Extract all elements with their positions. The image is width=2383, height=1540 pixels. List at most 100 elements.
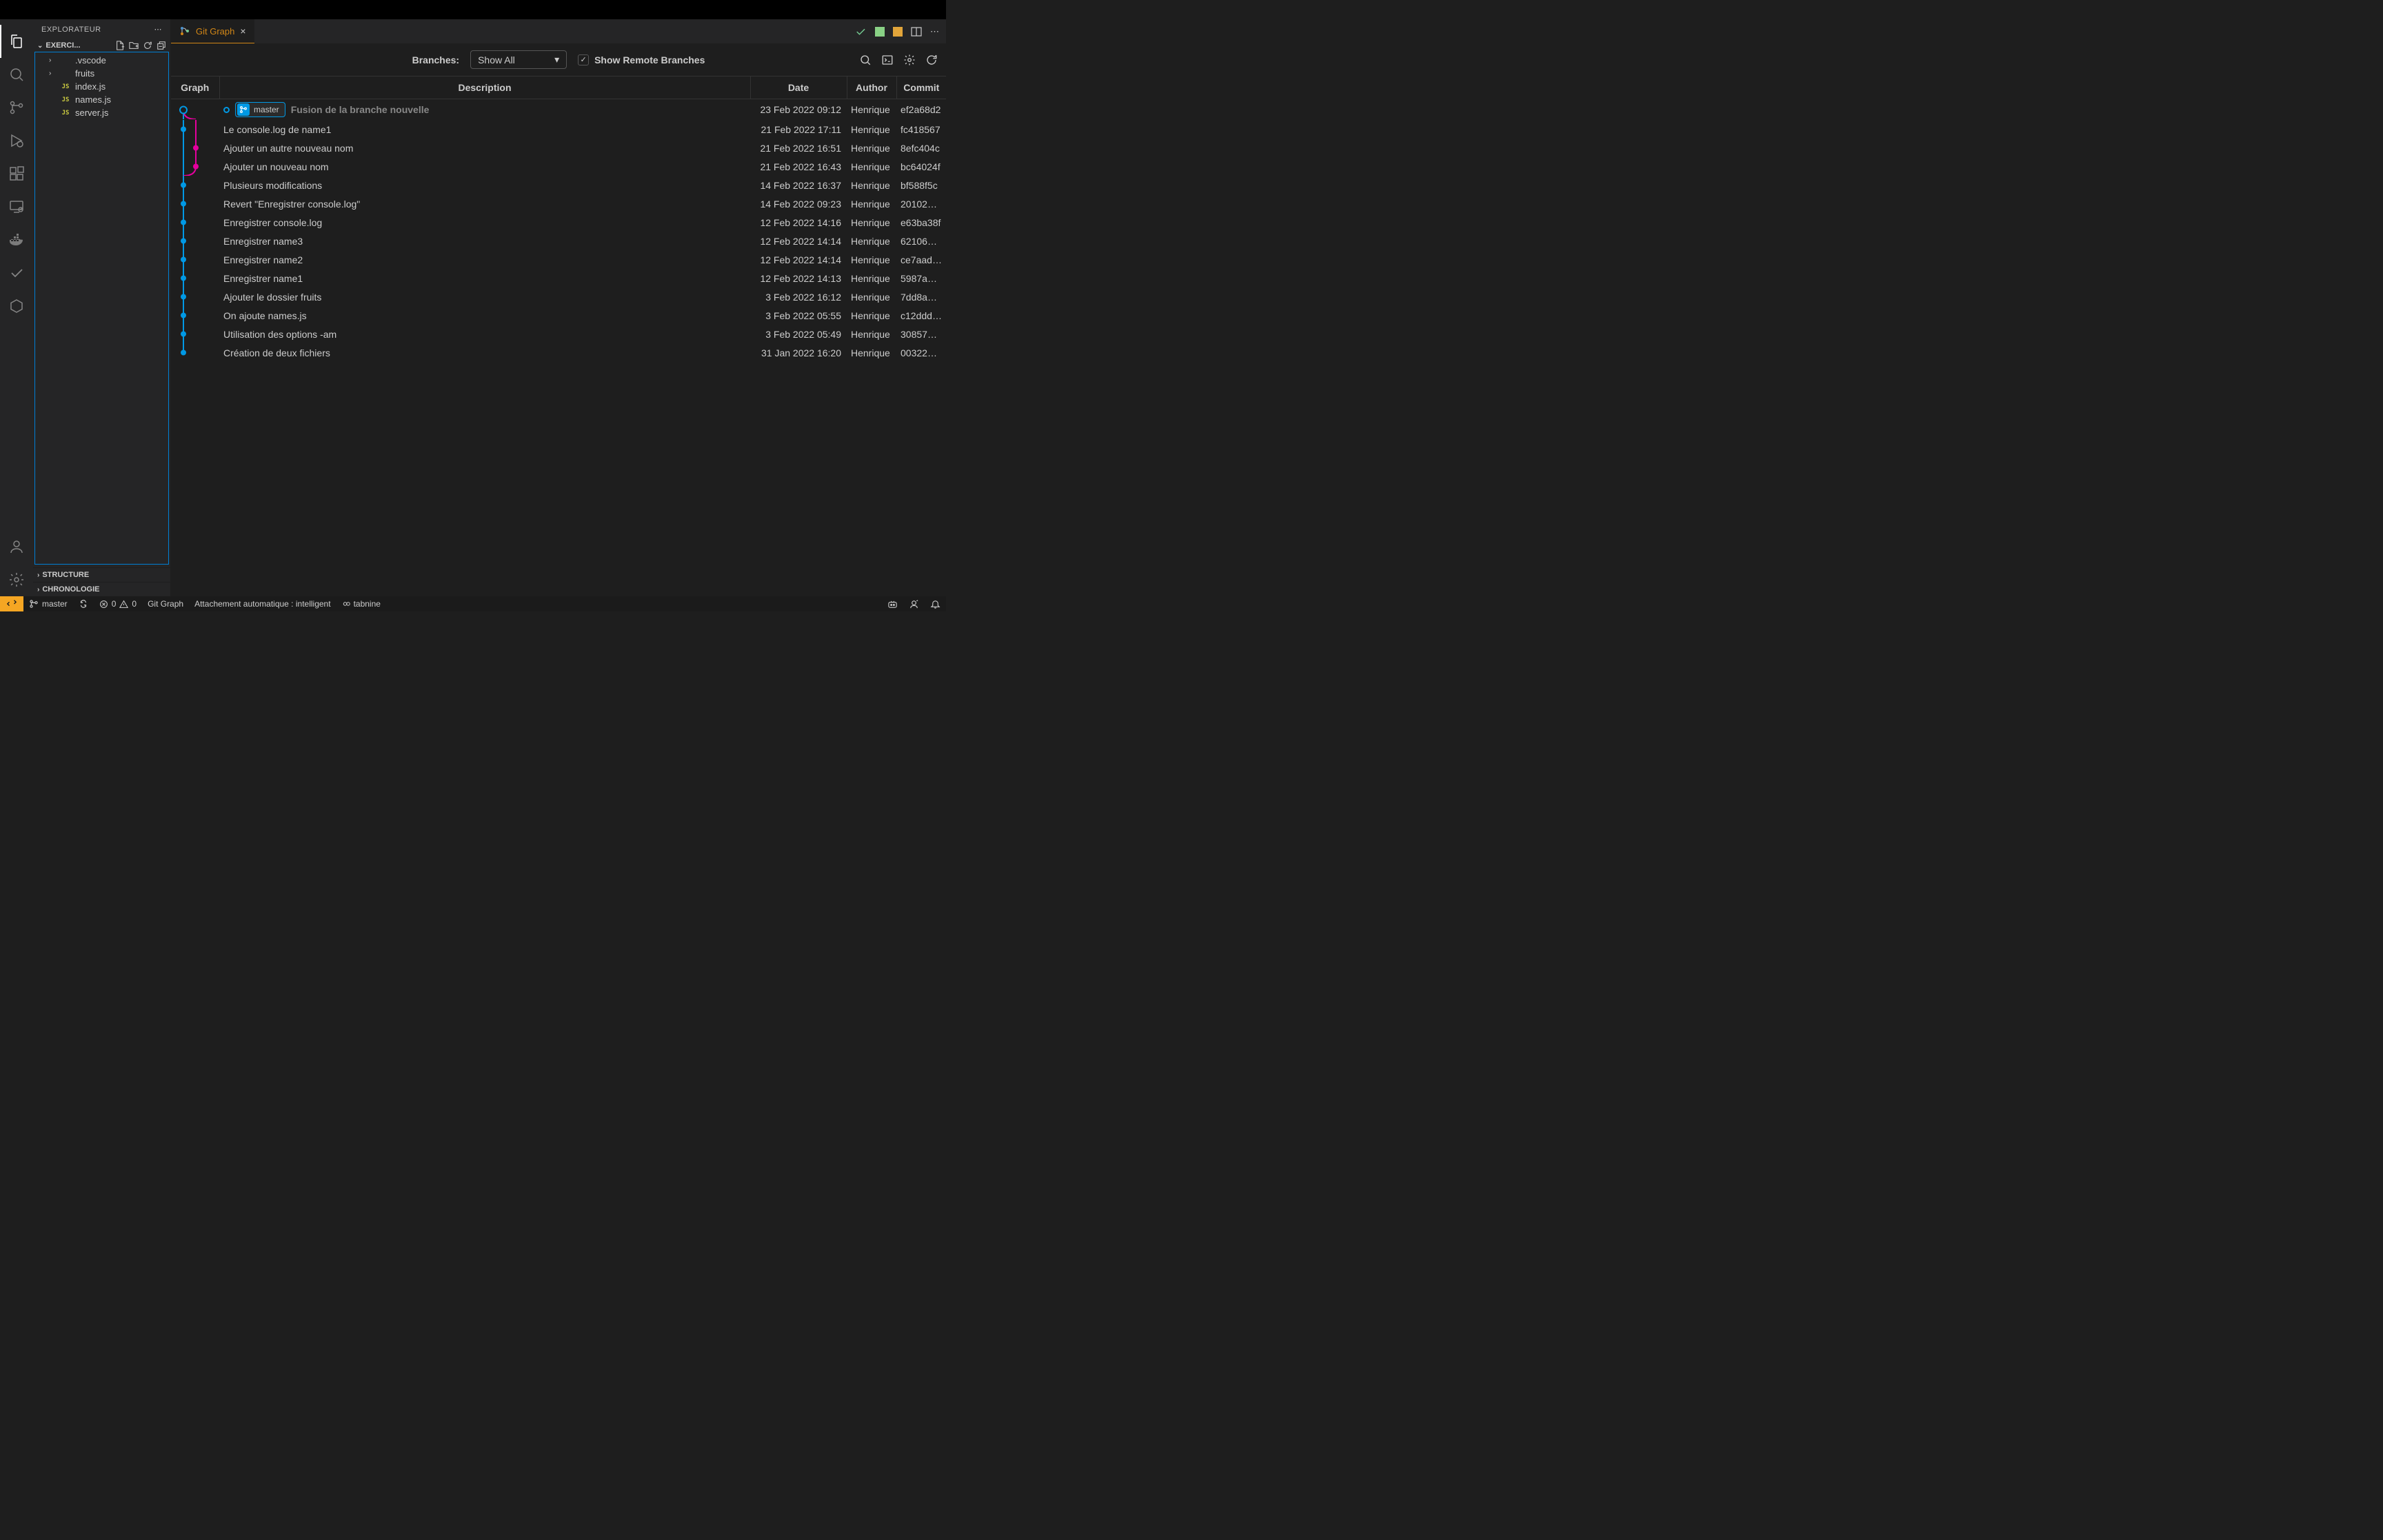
commits-table: Graph Description Date Author Commit mas… (171, 77, 946, 362)
branch-badge[interactable]: master (235, 102, 285, 117)
explorer-icon[interactable] (0, 25, 33, 58)
graph-cell (171, 250, 219, 269)
column-commit[interactable]: Commit (896, 77, 946, 99)
column-author[interactable]: Author (847, 77, 896, 99)
settings-gear-icon[interactable] (0, 563, 33, 596)
branches-label: Branches: (412, 54, 459, 65)
status-tabnine[interactable]: tabnine (336, 596, 386, 611)
testing-icon[interactable] (0, 256, 33, 290)
new-file-icon[interactable] (115, 41, 125, 50)
file-name: names.js (75, 94, 111, 105)
commit-row[interactable]: Ajouter un autre nouveau nom21 Feb 2022 … (171, 139, 946, 157)
project-section-header[interactable]: ⌄ EXERCI... (33, 39, 170, 52)
commit-hash: 7dd8a1c5 (896, 287, 946, 306)
file-name: server.js (75, 108, 108, 118)
commit-row[interactable]: Le console.log de name121 Feb 2022 17:11… (171, 120, 946, 139)
terminal-icon[interactable] (881, 54, 894, 66)
search-icon[interactable] (859, 54, 872, 66)
search-icon[interactable] (0, 58, 33, 91)
column-date[interactable]: Date (750, 77, 847, 99)
check-icon[interactable] (854, 26, 867, 38)
commit-author: Henrique (847, 343, 896, 362)
status-problems[interactable]: 0 0 (94, 596, 142, 611)
tab-bar: Git Graph × ⋯ (171, 19, 946, 43)
commit-row[interactable]: Enregistrer name112 Feb 2022 14:13Henriq… (171, 269, 946, 287)
file-tree-item[interactable]: JSnames.js (35, 93, 168, 106)
commit-author: Henrique (847, 139, 896, 157)
collapsed-section-header[interactable]: ›STRUCTURE (33, 567, 170, 582)
commit-row[interactable]: Enregistrer console.log12 Feb 2022 14:16… (171, 213, 946, 232)
docker-icon[interactable] (0, 223, 33, 256)
tab-git-graph[interactable]: Git Graph × (171, 19, 254, 43)
hexagon-icon[interactable] (0, 290, 33, 323)
file-tree-item[interactable]: ›.vscode (35, 54, 168, 67)
commit-author: Henrique (847, 287, 896, 306)
commit-hash: bc64024f (896, 157, 946, 176)
extensions-icon[interactable] (0, 157, 33, 190)
commit-row[interactable]: masterFusion de la branche nouvelle23 Fe… (171, 99, 946, 121)
run-debug-icon[interactable] (0, 124, 33, 157)
file-tree-item[interactable]: ›fruits (35, 67, 168, 80)
commit-date: 31 Jan 2022 16:20 (750, 343, 847, 362)
chevron-down-icon: ⌄ (37, 42, 43, 50)
commit-row[interactable]: Enregistrer name312 Feb 2022 14:14Henriq… (171, 232, 946, 250)
file-tree-item[interactable]: JSserver.js (35, 106, 168, 119)
commit-row[interactable]: Enregistrer name212 Feb 2022 14:14Henriq… (171, 250, 946, 269)
close-icon[interactable]: × (240, 26, 245, 37)
column-graph[interactable]: Graph (171, 77, 219, 99)
status-sync[interactable] (73, 596, 94, 611)
commit-row[interactable]: Création de deux fichiers31 Jan 2022 16:… (171, 343, 946, 362)
description-cell: Enregistrer console.log (219, 213, 750, 232)
commit-author: Henrique (847, 99, 896, 121)
section-label: CHRONOLOGIE (42, 585, 166, 594)
status-git-graph[interactable]: Git Graph (142, 596, 189, 611)
sidebar-more-icon[interactable]: ⋯ (154, 25, 163, 34)
account-icon[interactable] (0, 530, 33, 563)
square-orange-icon[interactable] (893, 27, 903, 37)
new-folder-icon[interactable] (129, 41, 139, 50)
status-feedback-icon[interactable] (903, 596, 925, 611)
commit-hash: e63ba38f (896, 213, 946, 232)
commit-hash: bf588f5c (896, 176, 946, 194)
git-graph-tab-icon (179, 26, 190, 37)
collapsed-section-header[interactable]: ›CHRONOLOGIE (33, 582, 170, 596)
commit-row[interactable]: On ajoute names.js3 Feb 2022 05:55Henriq… (171, 306, 946, 325)
status-bell-icon[interactable] (925, 596, 946, 611)
commit-row[interactable]: Utilisation des options -am3 Feb 2022 05… (171, 325, 946, 343)
column-description[interactable]: Description (219, 77, 750, 99)
remote-explorer-icon[interactable] (0, 190, 33, 223)
commit-row[interactable]: Ajouter le dossier fruits3 Feb 2022 16:1… (171, 287, 946, 306)
commit-message: Ajouter le dossier fruits (223, 292, 321, 303)
status-branch[interactable]: master (23, 596, 73, 611)
titlebar (0, 0, 946, 19)
commit-row[interactable]: Ajouter un nouveau nom21 Feb 2022 16:43H… (171, 157, 946, 176)
commit-row[interactable]: Revert "Enregistrer console.log" 14 Feb 2… (171, 194, 946, 213)
commit-date: 14 Feb 2022 09:23 (750, 194, 847, 213)
branches-dropdown[interactable]: Show All ▾ (470, 50, 567, 69)
commit-row[interactable]: Plusieurs modifications14 Feb 2022 16:37… (171, 176, 946, 194)
commit-author: Henrique (847, 176, 896, 194)
file-tree-item[interactable]: JSindex.js (35, 80, 168, 93)
more-icon[interactable]: ⋯ (930, 26, 939, 37)
description-cell: Ajouter un nouveau nom (219, 157, 750, 176)
commit-message: Revert "Enregistrer console.log" (223, 199, 360, 210)
remote-button[interactable] (0, 596, 23, 611)
gear-icon[interactable] (903, 54, 916, 66)
refresh-icon[interactable] (143, 41, 152, 50)
graph-cell (171, 287, 219, 306)
source-control-icon[interactable] (0, 91, 33, 124)
status-copilot-icon[interactable] (882, 596, 903, 611)
commit-hash: 0032296e (896, 343, 946, 362)
show-remote-checkbox[interactable]: ✓ Show Remote Branches (578, 54, 705, 65)
square-green-icon[interactable] (875, 27, 885, 37)
split-editor-icon[interactable] (911, 26, 922, 37)
description-cell: Revert "Enregistrer console.log" (219, 194, 750, 213)
commit-hash: fc418567 (896, 120, 946, 139)
commit-message: Utilisation des options -am (223, 329, 336, 340)
commit-date: 12 Feb 2022 14:14 (750, 250, 847, 269)
graph-cell (171, 213, 219, 232)
collapse-all-icon[interactable] (157, 41, 166, 50)
refresh-icon[interactable] (925, 54, 938, 66)
commit-author: Henrique (847, 120, 896, 139)
status-auto-attach[interactable]: Attachement automatique : intelligent (189, 596, 336, 611)
